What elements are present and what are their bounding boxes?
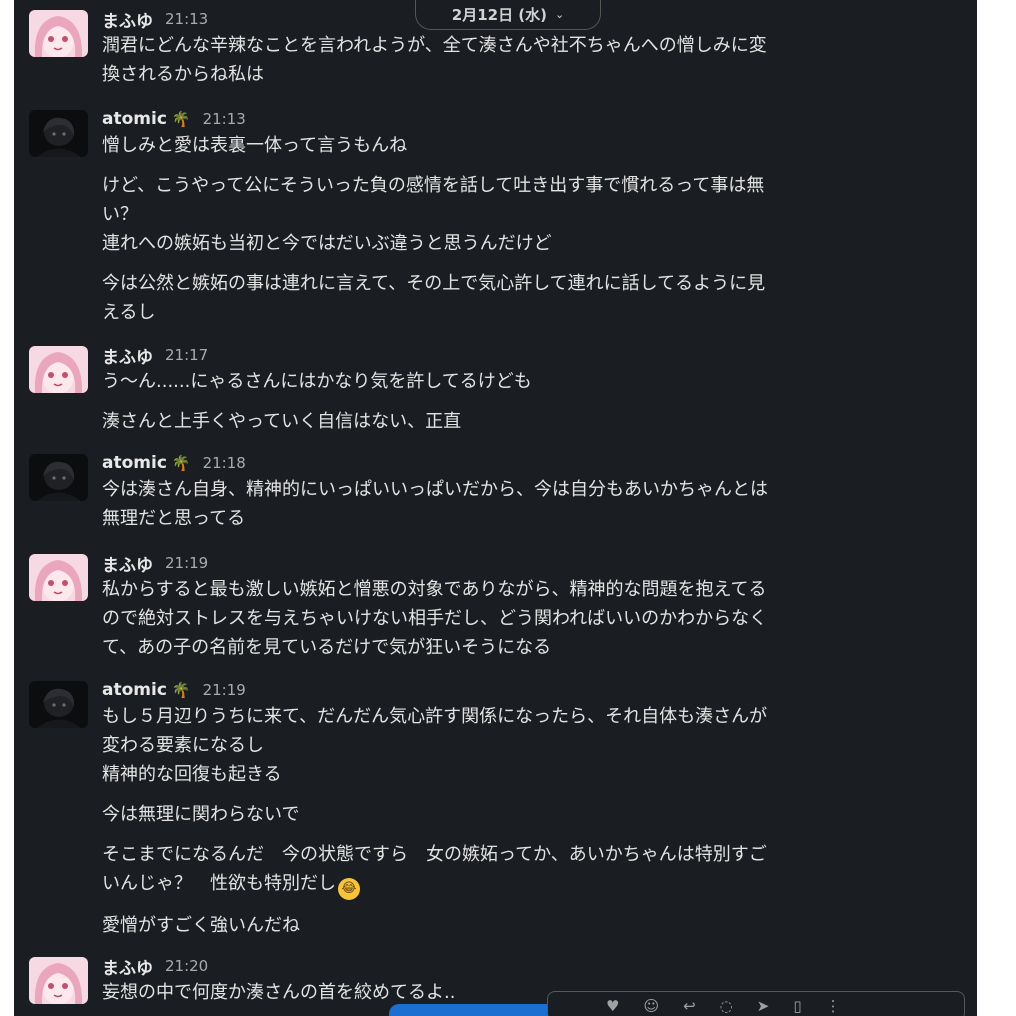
bookmark-icon[interactable]: ▯ [793,997,801,1015]
message-text: 今は無理に関わらないで [102,800,962,829]
message-header: まふゆ 21:17 [102,343,208,368]
message-text: もし５月辺りうちに来て、だんだん気心許す関係になったら、それ自体も湊さんが 変わ… [102,702,962,789]
message-text: そこまでになるんだ 今の状態ですら 女の嫉妬ってか、あいかちゃんは特別すご いん… [102,840,962,900]
message-hover-toolbar: ♥ ☺ ↩ ◌ ➤ ▯ ⋮ [547,991,965,1016]
more-icon[interactable]: ⋮ [826,997,841,1015]
reply-icon[interactable]: ↩ [683,997,696,1015]
avatar[interactable] [29,554,88,601]
message-text-content: 湊さんと上手くやっていく自信はない、正直 [102,411,462,432]
author-name[interactable]: まふゆ [102,343,153,368]
message-body: 潤君にどんな辛辣なことを言われようが、全て湊さんや社不ちゃんへの憎しみに変 換さ… [102,31,962,89]
message-text-content: 今は湊さん自身、精神的にいっぱいいっぱいだから、今は自分もあいかちゃんとは 無理… [102,479,768,529]
message-body: 今は湊さん自身、精神的にいっぱいいっぱいだから、今は自分もあいかちゃんとは 無理… [102,475,962,533]
timestamp[interactable]: 21:18 [203,454,246,472]
message-text-content: 私からすると最も激しい嫉妬と憎悪の対象でありながら、精神的な問題を抱えてる ので… [102,579,768,658]
react-icon[interactable]: ♥ [606,997,619,1015]
message-header: atomic 🌴 21:13 [102,107,246,131]
avatar[interactable] [29,681,88,728]
palm-tree-icon: 🌴 [171,681,191,699]
message-pane: 2月12日 (水) ⌄ まふゆ 21:13 潤君にどんな辛辣なことを言われようが、全… [14,0,977,1016]
author-name[interactable]: まふゆ [102,551,153,576]
timestamp[interactable]: 21:13 [203,110,246,128]
message-text: けど、こうやって公にそういった負の感情を話して吐き出す事で慣れるって事は無 い？… [102,171,962,258]
message-body: 憎しみと愛は表裏一体って言うもんねけど、こうやって公にそういった負の感情を話して… [102,131,962,327]
timestamp[interactable]: 21:20 [165,957,208,975]
message-text-content: もし５月辺りうちに来て、だんだん気心許す関係になったら、それ自体も湊さんが 変わ… [102,706,768,785]
laughing-emoji-icon: 😂 [338,878,360,900]
palm-tree-icon: 🌴 [171,454,191,472]
avatar[interactable] [29,10,88,57]
message-text: 潤君にどんな辛辣なことを言われようが、全て湊さんや社不ちゃんへの憎しみに変 換さ… [102,31,962,89]
date-divider-button[interactable]: 2月12日 (水) ⌄ [415,0,601,30]
message-text: う〜ん......にゃるさんにはかなり気を許してるけども [102,367,962,396]
emoji-icon[interactable]: ☺ [643,997,659,1015]
message-header: まふゆ 21:20 [102,954,208,979]
author-name[interactable]: atomic [102,680,167,700]
timestamp[interactable]: 21:19 [165,554,208,572]
message-body: もし５月辺りうちに来て、だんだん気心許す関係になったら、それ自体も湊さんが 変わ… [102,702,962,940]
message-header: atomic 🌴 21:19 [102,678,246,702]
chevron-down-icon: ⌄ [555,8,565,21]
message-text-content: 憎しみと愛は表裏一体って言うもんね [102,135,408,156]
avatar[interactable] [29,454,88,501]
author-name[interactable]: atomic [102,109,167,129]
message-text: 湊さんと上手くやっていく自信はない、正直 [102,407,962,436]
message-body: 私からすると最も激しい嫉妬と憎悪の対象でありながら、精神的な問題を抱えてる ので… [102,575,962,662]
palm-tree-icon: 🌴 [171,110,191,128]
message-text: 憎しみと愛は表裏一体って言うもんね [102,131,962,160]
message-text-content: 潤君にどんな辛辣なことを言われようが、全て湊さんや社不ちゃんへの憎しみに変 換さ… [102,35,767,85]
author-name[interactable]: まふゆ [102,7,153,32]
timestamp[interactable]: 21:17 [165,346,208,364]
message-text-content: 愛憎がすごく強いんだね [102,915,300,936]
message-header: まふゆ 21:13 [102,7,208,32]
author-name[interactable]: まふゆ [102,954,153,979]
avatar[interactable] [29,110,88,157]
message-text-content: そこまでになるんだ 今の状態ですら 女の嫉妬ってか、あいかちゃんは特別すご いん… [102,844,767,894]
message-text-content: 妄想の中で何度か湊さんの首を絞めてるよ.. [102,982,456,1003]
message-body: う〜ん......にゃるさんにはかなり気を許してるけども 湊さんと上手くやっていく… [102,367,962,436]
timestamp[interactable]: 21:13 [165,10,208,28]
message-text: 愛憎がすごく強いんだね [102,911,962,940]
avatar[interactable] [29,346,88,393]
message-text-content: けど、こうやって公にそういった負の感情を話して吐き出す事で慣れるって事は無 い？… [102,175,765,254]
message-text-content: う〜ん......にゃるさんにはかなり気を許してるけども [102,371,532,392]
author-name[interactable]: atomic [102,453,167,473]
message-header: atomic 🌴 21:18 [102,451,246,475]
timestamp[interactable]: 21:19 [203,681,246,699]
message-header: まふゆ 21:19 [102,551,208,576]
message-text: 今は公然と嫉妬の事は連れに言えて、その上で気心許して連れに話してるように見 える… [102,269,962,327]
message-text: 私からすると最も激しい嫉妬と憎悪の対象でありながら、精神的な問題を抱えてる ので… [102,575,962,662]
message-text-content: 今は公然と嫉妬の事は連れに言えて、その上で気心許して連れに話してるように見 える… [102,273,766,323]
message-text: 今は湊さん自身、精神的にいっぱいいっぱいだから、今は自分もあいかちゃんとは 無理… [102,475,962,533]
forward-icon[interactable]: ➤ [757,997,770,1015]
date-label: 2月12日 (水) [451,6,548,24]
avatar[interactable] [29,957,88,1004]
thread-icon[interactable]: ◌ [720,997,733,1015]
message-text-content: 今は無理に関わらないで [102,804,300,825]
